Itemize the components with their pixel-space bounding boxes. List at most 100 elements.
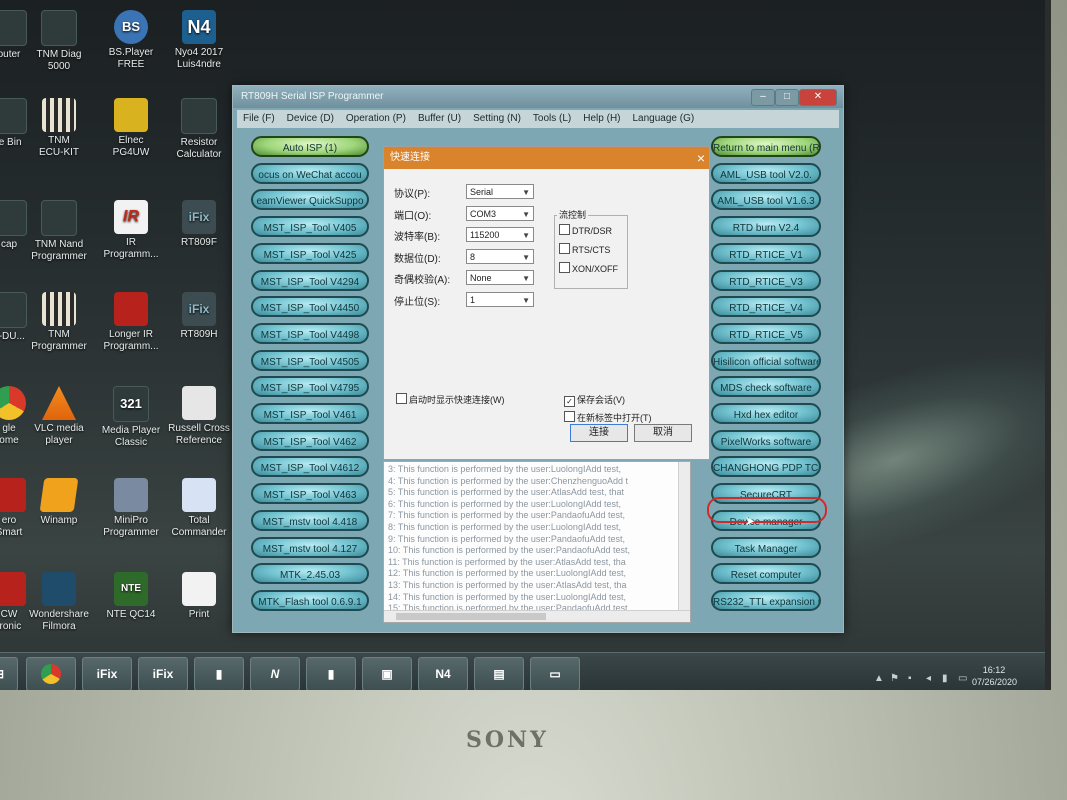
field-select[interactable]: Serial ▼: [466, 184, 534, 199]
tray-battery-icon[interactable]: ▭: [958, 673, 967, 684]
close-button[interactable]: ✕: [799, 89, 837, 106]
desktop-icon[interactable]: 321 Media Player Classic: [100, 386, 162, 449]
desktop-icon[interactable]: BS BS.Player FREE: [100, 10, 162, 71]
left_buttons-button[interactable]: MST_ISP_Tool V405: [251, 216, 369, 238]
taskbar-chrome-icon[interactable]: [26, 657, 76, 690]
dialog-close-icon[interactable]: ×: [697, 147, 705, 169]
flow-control-checkbox[interactable]: XON/XOFF: [559, 262, 618, 274]
left_buttons-button[interactable]: MST_mstv tool 4.127: [251, 536, 369, 558]
start-button[interactable]: ⊞: [0, 657, 18, 690]
field-select[interactable]: 1 ▼: [466, 291, 534, 307]
right_buttons-button[interactable]: AML_USB tool V2.0.: [711, 162, 821, 184]
left_buttons-button[interactable]: MST_ISP_Tool V462: [251, 429, 369, 451]
menu-item[interactable]: Language (G): [633, 113, 695, 124]
desktop-icon[interactable]: Russell Cross Reference: [168, 386, 230, 447]
left_buttons-button[interactable]: MST_ISP_Tool V425: [251, 242, 369, 264]
scroll-thumb[interactable]: [396, 613, 546, 620]
left_buttons-button[interactable]: MST_ISP_Tool V4498: [251, 322, 369, 344]
left_buttons-button[interactable]: Auto ISP (1): [251, 136, 369, 157]
right_buttons-button[interactable]: AML_USB tool V1.6.3: [711, 189, 821, 211]
menu-item[interactable]: Help (H): [583, 113, 620, 124]
left_buttons-button[interactable]: ocus on WeChat accou: [251, 162, 369, 184]
desktop-icon[interactable]: Print: [168, 572, 230, 621]
field-select[interactable]: COM3 ▼: [466, 205, 534, 221]
menu-item[interactable]: Buffer (U): [418, 113, 461, 124]
right_buttons-button[interactable]: RS232_TTL expansion mo: [711, 589, 821, 611]
desktop-icon[interactable]: iFix RT809H: [168, 292, 230, 341]
flow-control-checkbox[interactable]: RTS/CTS: [559, 243, 610, 255]
maximize-button[interactable]: □: [775, 89, 799, 106]
log-vertical-scrollbar[interactable]: [678, 462, 690, 610]
right_buttons-button[interactable]: MDS check software: [711, 376, 821, 398]
desktop-icon[interactable]: N4 Nyo4 2017 Luis4ndre: [168, 10, 230, 71]
connect-button[interactable]: 连接: [570, 424, 628, 442]
field-select[interactable]: 8 ▼: [466, 248, 534, 264]
taskbar-floppy-icon[interactable]: ▤: [474, 657, 524, 690]
tray-network-icon[interactable]: ▮: [942, 673, 948, 684]
menu-item[interactable]: Device (D): [287, 113, 334, 124]
taskbar-clock[interactable]: 16:12 07/26/2020: [972, 664, 1017, 688]
flow-control-checkbox[interactable]: DTR/DSR: [559, 224, 612, 236]
tray-speaker-icon[interactable]: ◂: [926, 673, 931, 684]
desktop-icon[interactable]: TNM Programmer: [28, 292, 90, 353]
menu-item[interactable]: File (F): [243, 113, 275, 124]
taskbar-ifix-icon[interactable]: iFix: [82, 657, 132, 690]
left_buttons-button[interactable]: MTK_Flash tool 0.6.9.1: [251, 589, 369, 611]
right_buttons-button[interactable]: RTD_RTICE_V1: [711, 242, 821, 264]
right_buttons-button[interactable]: RTD_RTICE_V4: [711, 296, 821, 318]
field-select[interactable]: None ▼: [466, 270, 534, 285]
desktop-icon[interactable]: IR IR Programm...: [100, 200, 162, 261]
right_buttons-button[interactable]: Return to main menu (R: [711, 136, 821, 157]
menu-item[interactable]: Operation (P): [346, 113, 406, 124]
desktop-icon[interactable]: Wondershare Filmora: [28, 572, 90, 633]
desktop-icon[interactable]: TNM Nand Programmer: [28, 200, 90, 263]
left_buttons-button[interactable]: MST_ISP_Tool V4294: [251, 269, 369, 291]
desktop-icon[interactable]: Resistor Calculator: [168, 98, 230, 161]
left_buttons-button[interactable]: MTK_2.45.03: [251, 563, 369, 585]
desktop-icon[interactable]: Total Commander: [168, 478, 230, 539]
left_buttons-button[interactable]: eamViewer QuickSuppo: [251, 189, 369, 211]
desktop-icon[interactable]: iFix RT809F: [168, 200, 230, 249]
tray-device-icon[interactable]: ▪: [908, 673, 912, 684]
field-select[interactable]: 115200 ▼: [466, 227, 534, 242]
desktop-icon[interactable]: Winamp: [28, 478, 90, 527]
cancel-button[interactable]: 取消: [634, 424, 692, 442]
tray-flag-icon[interactable]: ⚑: [890, 673, 899, 684]
taskbar-n4-icon[interactable]: N4: [418, 657, 468, 690]
taskbar-film-icon[interactable]: ▮: [194, 657, 244, 690]
taskbar-ifix2-icon[interactable]: iFix: [138, 657, 188, 690]
desktop-icon[interactable]: TNM Diag 5000: [28, 10, 90, 73]
left_buttons-button[interactable]: MST_mstv tool 4.418: [251, 509, 369, 531]
left_buttons-button[interactable]: MST_ISP_Tool V4795: [251, 376, 369, 398]
right_buttons-button[interactable]: Task Manager: [711, 536, 821, 558]
save-session-checkbox[interactable]: ✓ 保存会话(V): [564, 393, 625, 407]
desktop-icon[interactable]: Longer IR Programm...: [100, 292, 162, 353]
desktop-icon[interactable]: Elnec PG4UW: [100, 98, 162, 159]
right_buttons-button[interactable]: Hxd hex editor: [711, 403, 821, 424]
menu-item[interactable]: Setting (N): [473, 113, 521, 124]
left_buttons-button[interactable]: MST_ISP_Tool V461: [251, 403, 369, 424]
tray-expand-icon[interactable]: ▲: [874, 673, 884, 684]
right_buttons-button[interactable]: RTD_RTICE_V5: [711, 322, 821, 344]
left_buttons-button[interactable]: MST_ISP_Tool V4612: [251, 456, 369, 478]
right_buttons-button[interactable]: CHANGHONG PDP TCON: [711, 456, 821, 478]
desktop-icon[interactable]: MiniPro Programmer: [100, 478, 162, 539]
taskbar-film2-icon[interactable]: ▮: [306, 657, 356, 690]
left_buttons-button[interactable]: MST_ISP_Tool V4450: [251, 296, 369, 318]
menu-item[interactable]: Tools (L): [533, 113, 571, 124]
log-horizontal-scrollbar[interactable]: [384, 610, 690, 622]
taskbar-explorer-icon[interactable]: ▣: [362, 657, 412, 690]
open-in-tab-checkbox[interactable]: 在新标签中打开(T): [564, 411, 652, 424]
startup-show-checkbox[interactable]: 启动时显示快速连接(W): [396, 393, 505, 406]
right_buttons-button[interactable]: Reset computer: [711, 563, 821, 585]
right_buttons-button[interactable]: RTD_RTICE_V3: [711, 269, 821, 291]
right_buttons-button[interactable]: RTD burn V2.4: [711, 216, 821, 238]
taskbar-n-icon[interactable]: N: [250, 657, 300, 690]
desktop-icon[interactable]: TNM ECU-KIT: [28, 98, 90, 159]
taskbar-window-icon[interactable]: ▭: [530, 657, 580, 690]
left_buttons-button[interactable]: MST_ISP_Tool V4505: [251, 349, 369, 371]
left_buttons-button[interactable]: MST_ISP_Tool V463: [251, 483, 369, 505]
right_buttons-button[interactable]: PixelWorks software: [711, 429, 821, 451]
right_buttons-button[interactable]: Hisilicon official software: [711, 349, 821, 371]
desktop-icon[interactable]: NTE NTE QC14: [100, 572, 162, 621]
